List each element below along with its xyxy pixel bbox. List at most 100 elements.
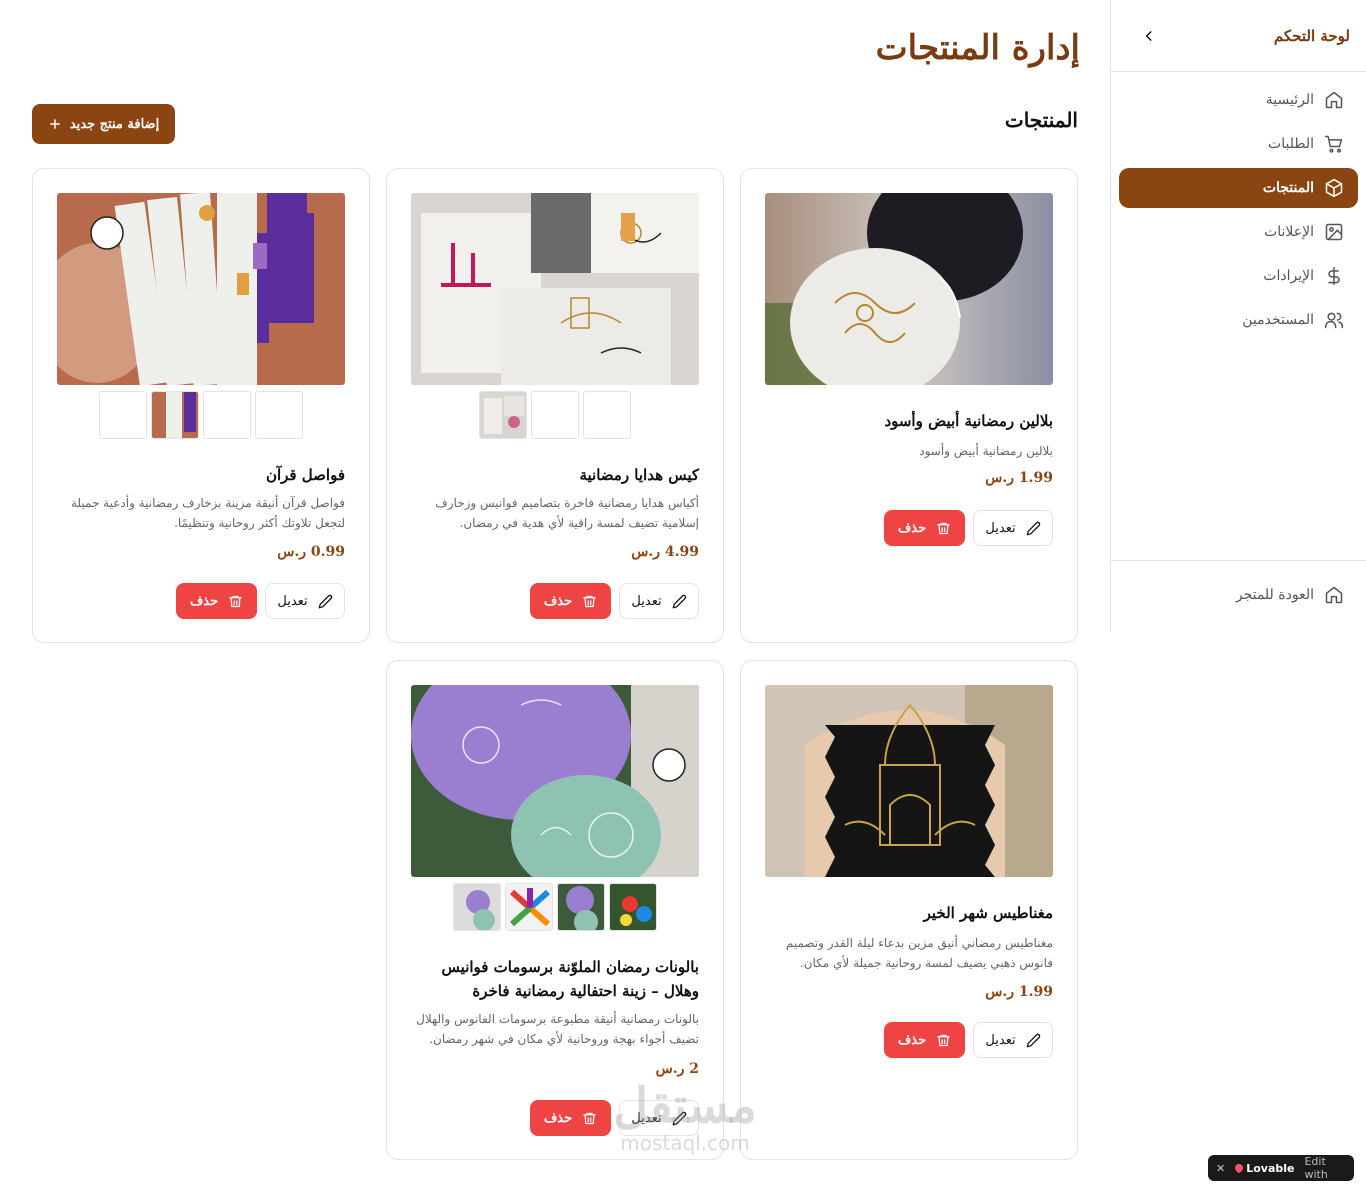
product-image bbox=[765, 193, 1053, 385]
product-price: 1.99 ر.س bbox=[985, 470, 1053, 486]
collapse-sidebar-button[interactable] bbox=[1139, 26, 1159, 46]
thumbnail[interactable] bbox=[531, 391, 579, 439]
edit-button[interactable]: تعديل bbox=[619, 1100, 699, 1136]
image-icon bbox=[1324, 222, 1344, 242]
product-image bbox=[411, 193, 699, 385]
product-name: بالونات رمضان الملوّنة برسومات فوانيس وه… bbox=[441, 958, 699, 1000]
edit-button[interactable]: تعديل bbox=[265, 583, 345, 619]
pencil-icon bbox=[672, 594, 686, 608]
edit-button[interactable]: تعديل bbox=[973, 1022, 1053, 1058]
trash-icon bbox=[229, 595, 242, 607]
product-description: بالونات رمضانية أنيقة مطبوعة برسومات الف… bbox=[416, 1012, 699, 1046]
back-to-store-link[interactable]: العودة للمتجر bbox=[1119, 575, 1358, 615]
product-description: بلالين رمضانية أبيض وأسود bbox=[919, 444, 1053, 458]
product-description: فواصل قرآن أنيقة مزينة بزخارف رمضانية وأ… bbox=[70, 496, 345, 530]
pencil-icon bbox=[1026, 521, 1040, 535]
chevron-left-icon bbox=[1145, 30, 1152, 41]
sidebar-item-label: المستخدمين bbox=[1242, 312, 1314, 328]
thumbnail[interactable] bbox=[505, 883, 553, 931]
thumbnail-strip bbox=[411, 883, 699, 931]
close-icon[interactable]: ✕ bbox=[1216, 1162, 1225, 1175]
product-image bbox=[57, 193, 345, 385]
product-card: فواصل قرآن فواصل قرآن أنيقة مزينة بزخارف… bbox=[32, 168, 370, 643]
delete-button[interactable]: حذف bbox=[884, 510, 965, 546]
edit-button[interactable]: تعديل bbox=[973, 510, 1053, 546]
thumbnail[interactable] bbox=[583, 391, 631, 439]
product-description: مغناطيس رمضاني أنيق مزين بدعاء ليلة القد… bbox=[785, 936, 1053, 970]
home-icon bbox=[1324, 585, 1344, 605]
trash-icon bbox=[583, 1112, 596, 1124]
delete-label: حذف bbox=[189, 593, 219, 609]
product-name: مغناطيس شهر الخير bbox=[923, 904, 1053, 922]
thumbnail-strip bbox=[57, 391, 345, 439]
edit-with-label: Edit with bbox=[1304, 1155, 1328, 1181]
thumbnail[interactable] bbox=[255, 391, 303, 439]
lovable-brand: Lovable bbox=[1233, 1161, 1295, 1175]
trash-icon bbox=[937, 522, 950, 534]
thumbnail[interactable] bbox=[203, 391, 251, 439]
sidebar-item-revenue[interactable]: الإيرادات bbox=[1119, 256, 1358, 296]
sidebar-item-label: الإعلانات bbox=[1264, 224, 1314, 240]
delete-button[interactable]: حذف bbox=[176, 583, 257, 619]
product-card: بالونات رمضان الملوّنة برسومات فوانيس وه… bbox=[386, 660, 724, 1160]
main-content: إدارة المنتجات المنتجات إضافة منتج جديد … bbox=[0, 0, 1110, 1192]
page-title: إدارة المنتجات bbox=[875, 28, 1080, 68]
edit-label: تعديل bbox=[985, 520, 1016, 536]
edit-label: تعديل bbox=[277, 593, 308, 609]
sidebar-item-orders[interactable]: الطلبات bbox=[1119, 124, 1358, 164]
sidebar-item-home[interactable]: الرئيسية bbox=[1119, 80, 1358, 120]
sidebar-header: لوحة التحكم bbox=[1111, 0, 1366, 72]
thumbnail[interactable] bbox=[151, 391, 199, 439]
product-card: كيس هدايا رمضانية أكياس هدايا رمضانية فا… bbox=[386, 168, 724, 643]
product-name: فواصل قرآن bbox=[265, 466, 345, 484]
product-price: 1.99 ر.س bbox=[985, 984, 1053, 1000]
trash-icon bbox=[583, 595, 596, 607]
sidebar-item-label: الطلبات bbox=[1268, 136, 1314, 152]
product-image bbox=[765, 685, 1053, 877]
product-image bbox=[411, 685, 699, 877]
sidebar-item-users[interactable]: المستخدمين bbox=[1119, 300, 1358, 340]
sidebar-item-ads[interactable]: الإعلانات bbox=[1119, 212, 1358, 252]
thumbnail[interactable] bbox=[609, 883, 657, 931]
add-product-button[interactable]: إضافة منتج جديد bbox=[32, 104, 175, 144]
delete-label: حذف bbox=[543, 1110, 573, 1126]
delete-label: حذف bbox=[897, 520, 927, 536]
thumbnail[interactable] bbox=[99, 391, 147, 439]
product-name: بلالين رمضانية أبيض وأسود bbox=[884, 412, 1053, 430]
sidebar-title: لوحة التحكم bbox=[1273, 26, 1350, 45]
add-product-label: إضافة منتج جديد bbox=[69, 116, 160, 132]
delete-button[interactable]: حذف bbox=[530, 583, 611, 619]
sidebar: لوحة التحكم الرئيسية الطلبات المنتجات ال… bbox=[1110, 0, 1366, 632]
edit-label: تعديل bbox=[631, 1110, 662, 1126]
plus-icon bbox=[50, 119, 60, 129]
pencil-icon bbox=[318, 594, 332, 608]
sidebar-item-label: المنتجات bbox=[1262, 180, 1314, 196]
thumbnail[interactable] bbox=[557, 883, 605, 931]
pencil-icon bbox=[1026, 1033, 1040, 1047]
thumbnail[interactable] bbox=[453, 883, 501, 931]
sidebar-nav: الرئيسية الطلبات المنتجات الإعلانات الإي… bbox=[1111, 72, 1366, 350]
sidebar-item-label: الإيرادات bbox=[1263, 268, 1314, 284]
delete-label: حذف bbox=[543, 593, 573, 609]
edit-label: تعديل bbox=[631, 593, 662, 609]
pencil-icon bbox=[672, 1111, 686, 1125]
product-card: مغناطيس شهر الخير مغناطيس رمضاني أنيق مز… bbox=[740, 660, 1078, 1160]
dollar-icon bbox=[1324, 266, 1344, 286]
sidebar-item-label: الرئيسية bbox=[1265, 92, 1314, 108]
edit-label: تعديل bbox=[985, 1032, 1016, 1048]
heart-icon bbox=[1233, 1162, 1245, 1174]
edit-button[interactable]: تعديل bbox=[619, 583, 699, 619]
sidebar-item-products[interactable]: المنتجات bbox=[1119, 168, 1358, 208]
product-card: بلالين رمضانية أبيض وأسود بلالين رمضانية… bbox=[740, 168, 1078, 643]
delete-button[interactable]: حذف bbox=[530, 1100, 611, 1136]
thumbnail[interactable] bbox=[479, 391, 527, 439]
thumbnail-strip bbox=[411, 391, 699, 439]
delete-label: حذف bbox=[897, 1032, 927, 1048]
sidebar-footer: العودة للمتجر bbox=[1111, 560, 1366, 631]
cart-icon bbox=[1324, 134, 1344, 154]
lovable-brand-label: Lovable bbox=[1246, 1161, 1295, 1175]
lovable-badge[interactable]: ✕ Lovable Edit with bbox=[1208, 1155, 1354, 1181]
package-icon bbox=[1324, 178, 1344, 198]
delete-button[interactable]: حذف bbox=[884, 1022, 965, 1058]
trash-icon bbox=[937, 1034, 950, 1046]
